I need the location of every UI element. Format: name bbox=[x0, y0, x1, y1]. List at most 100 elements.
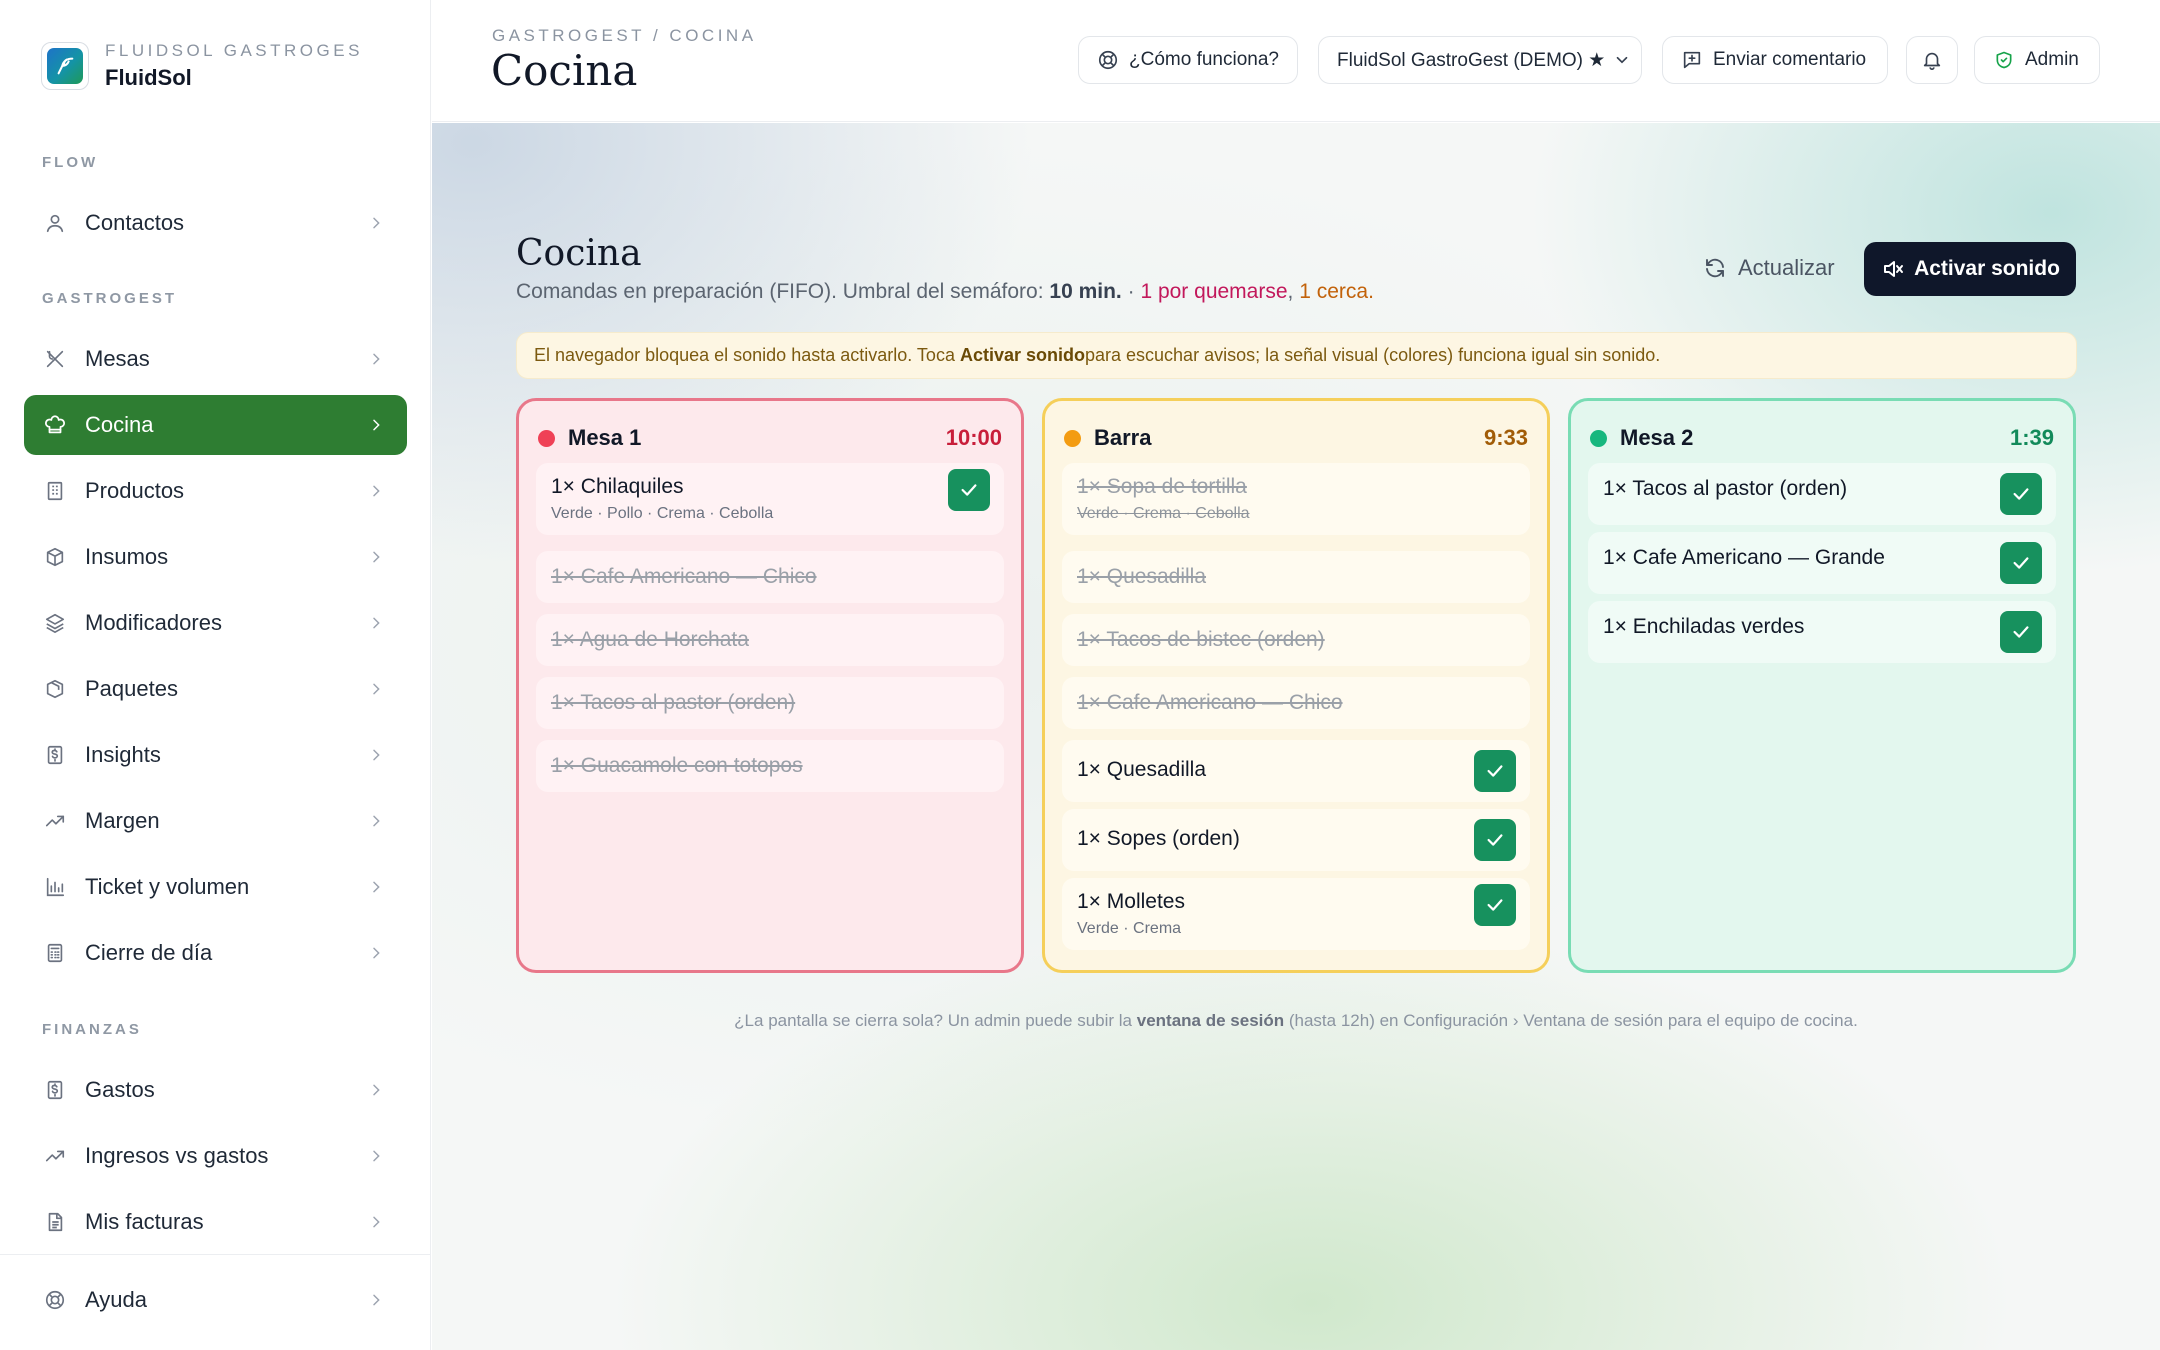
near-count: 1 cerca. bbox=[1299, 280, 1374, 303]
sidebar-item-label: Productos bbox=[85, 478, 185, 503]
page-title: Cocina bbox=[491, 46, 638, 95]
sidebar-item-gastos[interactable]: Gastos bbox=[24, 1060, 407, 1120]
sidebar-item-cierre-dia[interactable]: Cierre de día bbox=[24, 923, 407, 983]
mark-done-button[interactable] bbox=[948, 469, 990, 511]
mark-done-button[interactable] bbox=[2000, 542, 2042, 584]
sidebar-item-insumos[interactable]: Insumos bbox=[24, 527, 407, 587]
sidebar-item-contactos[interactable]: Contactos bbox=[24, 193, 407, 253]
sidebar-item-paquetes[interactable]: Paquetes bbox=[24, 659, 407, 719]
status-dot bbox=[538, 429, 555, 447]
sidebar-item-label: Insights bbox=[85, 742, 161, 767]
order-name: Mesa 1 bbox=[568, 425, 642, 450]
sidebar-item-mis-facturas[interactable]: Mis facturas bbox=[24, 1192, 407, 1252]
admin-button[interactable]: Admin bbox=[1974, 36, 2100, 84]
sidebar-item-label: Cierre de día bbox=[85, 940, 213, 965]
item-name: 1× Sopa de tortilla bbox=[1077, 475, 1247, 498]
activate-sound-label: Activar sonido bbox=[1914, 257, 2060, 280]
order-item: 1× Cafe Americano — Chico bbox=[1062, 677, 1530, 729]
threshold-value: 10 min. bbox=[1049, 280, 1122, 303]
item-name: 1× Tacos de bistec (orden) bbox=[1077, 628, 1325, 651]
order-item: 1× Cafe Americano — Grande bbox=[1588, 532, 2056, 594]
status-dot bbox=[1064, 429, 1081, 447]
order-timer: 10:00 bbox=[945, 425, 1002, 450]
order-item: 1× Sopes (orden) bbox=[1062, 809, 1530, 871]
order-item: 1× Enchiladas verdes bbox=[1588, 601, 2056, 663]
check-icon bbox=[2013, 488, 2029, 500]
item-name: 1× Chilaquiles bbox=[551, 475, 684, 498]
sidebar-item-ayuda[interactable]: Ayuda bbox=[24, 1270, 407, 1330]
sidebar-item-productos[interactable]: Productos bbox=[24, 461, 407, 521]
workspace-select[interactable]: FluidSol GastroGest (DEMO) ★ bbox=[1318, 36, 1642, 84]
sidebar-item-label: Insumos bbox=[85, 544, 169, 569]
sidebar-item-label: Paquetes bbox=[85, 676, 178, 701]
how-it-works-button[interactable]: ¿Cómo funciona? bbox=[1078, 36, 1298, 84]
brand[interactable]: FLUIDSOL GASTROGES FluidSol bbox=[41, 41, 363, 91]
mark-done-button[interactable] bbox=[1474, 750, 1516, 792]
main-content: Cocina Comandas en preparación (FIFO). U… bbox=[432, 123, 2160, 1350]
brand-logo bbox=[41, 42, 89, 90]
order-item: 1× Chilaquiles Verde · Pollo · Crema · C… bbox=[536, 463, 1004, 535]
chevron-right-icon bbox=[365, 1079, 387, 1101]
sidebar-item-cocina[interactable]: Cocina bbox=[24, 395, 407, 455]
mark-done-button[interactable] bbox=[2000, 611, 2042, 653]
lifebuoy-icon bbox=[42, 1287, 68, 1313]
sidebar-item-ticket-volumen[interactable]: Ticket y volumen bbox=[24, 857, 407, 917]
item-name: 1× Cafe Americano — Chico bbox=[1077, 691, 1343, 714]
item-name: 1× Sopes (orden) bbox=[1077, 827, 1240, 850]
chevron-right-icon bbox=[365, 414, 387, 436]
chevron-right-icon bbox=[365, 810, 387, 832]
how-it-works-label: ¿Cómo funciona? bbox=[1129, 49, 1279, 70]
item-name: 1× Molletes bbox=[1077, 890, 1185, 913]
lifebuoy-icon bbox=[1097, 49, 1119, 71]
notice-bold: Activar sonido bbox=[959, 345, 1085, 365]
sidebar-item-label: Contactos bbox=[85, 210, 185, 235]
order-card-mesa-1: Mesa 1 10:00 1× Chilaquiles Verde · Poll… bbox=[516, 398, 1024, 973]
speaker-muted-icon bbox=[1880, 256, 1906, 282]
chevron-right-icon bbox=[365, 480, 387, 502]
mark-done-button[interactable] bbox=[1474, 819, 1516, 861]
check-icon bbox=[1487, 834, 1503, 846]
building-icon bbox=[42, 478, 68, 504]
session-window-note: ¿La pantalla se cierra sola? Un admin pu… bbox=[432, 1011, 2160, 1031]
dollar-receipt-icon bbox=[42, 742, 68, 768]
sidebar-item-modificadores[interactable]: Modificadores bbox=[24, 593, 407, 653]
item-modifiers: Verde · Pollo · Crema · Cebolla bbox=[551, 505, 774, 522]
trend-up-icon bbox=[42, 808, 68, 834]
sidebar-item-label: Cocina bbox=[85, 412, 154, 437]
chevron-down-icon bbox=[1613, 49, 1631, 71]
order-item: 1× Tacos al pastor (orden) bbox=[536, 677, 1004, 729]
nav-section-gastrogest: GASTROGEST bbox=[42, 290, 178, 307]
send-feedback-button[interactable]: Enviar comentario bbox=[1662, 36, 1888, 84]
notifications-button[interactable] bbox=[1906, 36, 1958, 84]
mark-done-button[interactable] bbox=[2000, 473, 2042, 515]
sidebar-item-margen[interactable]: Margen bbox=[24, 791, 407, 851]
utensils-icon bbox=[42, 346, 68, 372]
order-item: 1× Sopa de tortilla Verde · Crema · Cebo… bbox=[1062, 463, 1530, 535]
item-name: 1× Quesadilla bbox=[1077, 565, 1207, 588]
chevron-right-icon bbox=[365, 1211, 387, 1233]
chevron-right-icon bbox=[365, 876, 387, 898]
section-title: Cocina bbox=[516, 233, 642, 274]
chevron-right-icon bbox=[365, 612, 387, 634]
sidebar-item-ingresos-gastos[interactable]: Ingresos vs gastos bbox=[24, 1126, 407, 1186]
sidebar-item-mesas[interactable]: Mesas bbox=[24, 329, 407, 389]
order-card-barra: Barra 9:33 1× Sopa de tortilla Verde · C… bbox=[1042, 398, 1550, 973]
sound-notice: El navegador bloquea el sonido hasta act… bbox=[516, 332, 2077, 379]
item-name: 1× Tacos al pastor (orden) bbox=[1603, 477, 1848, 500]
sidebar-item-insights[interactable]: Insights bbox=[24, 725, 407, 785]
nav-section-finanzas: FINANZAS bbox=[42, 1021, 142, 1038]
check-icon bbox=[961, 484, 977, 496]
admin-label: Admin bbox=[2025, 49, 2079, 70]
workspace-label: FluidSol GastroGest (DEMO) ★ bbox=[1337, 49, 1606, 71]
chef-hat-icon bbox=[42, 412, 68, 438]
activate-sound-button[interactable]: Activar sonido bbox=[1864, 242, 2076, 296]
sidebar-divider bbox=[0, 1254, 430, 1255]
item-name: 1× Cafe Americano — Grande bbox=[1603, 546, 1885, 569]
notice-text-suffix: para escuchar avisos; la señal visual (c… bbox=[1085, 345, 1661, 365]
boxes-icon bbox=[42, 544, 68, 570]
order-item: 1× Molletes Verde · Crema bbox=[1062, 878, 1530, 950]
message-plus-icon bbox=[1681, 49, 1703, 71]
order-timer: 9:33 bbox=[1483, 425, 1528, 450]
refresh-button[interactable]: Actualizar bbox=[1692, 242, 1845, 294]
mark-done-button[interactable] bbox=[1474, 884, 1516, 926]
